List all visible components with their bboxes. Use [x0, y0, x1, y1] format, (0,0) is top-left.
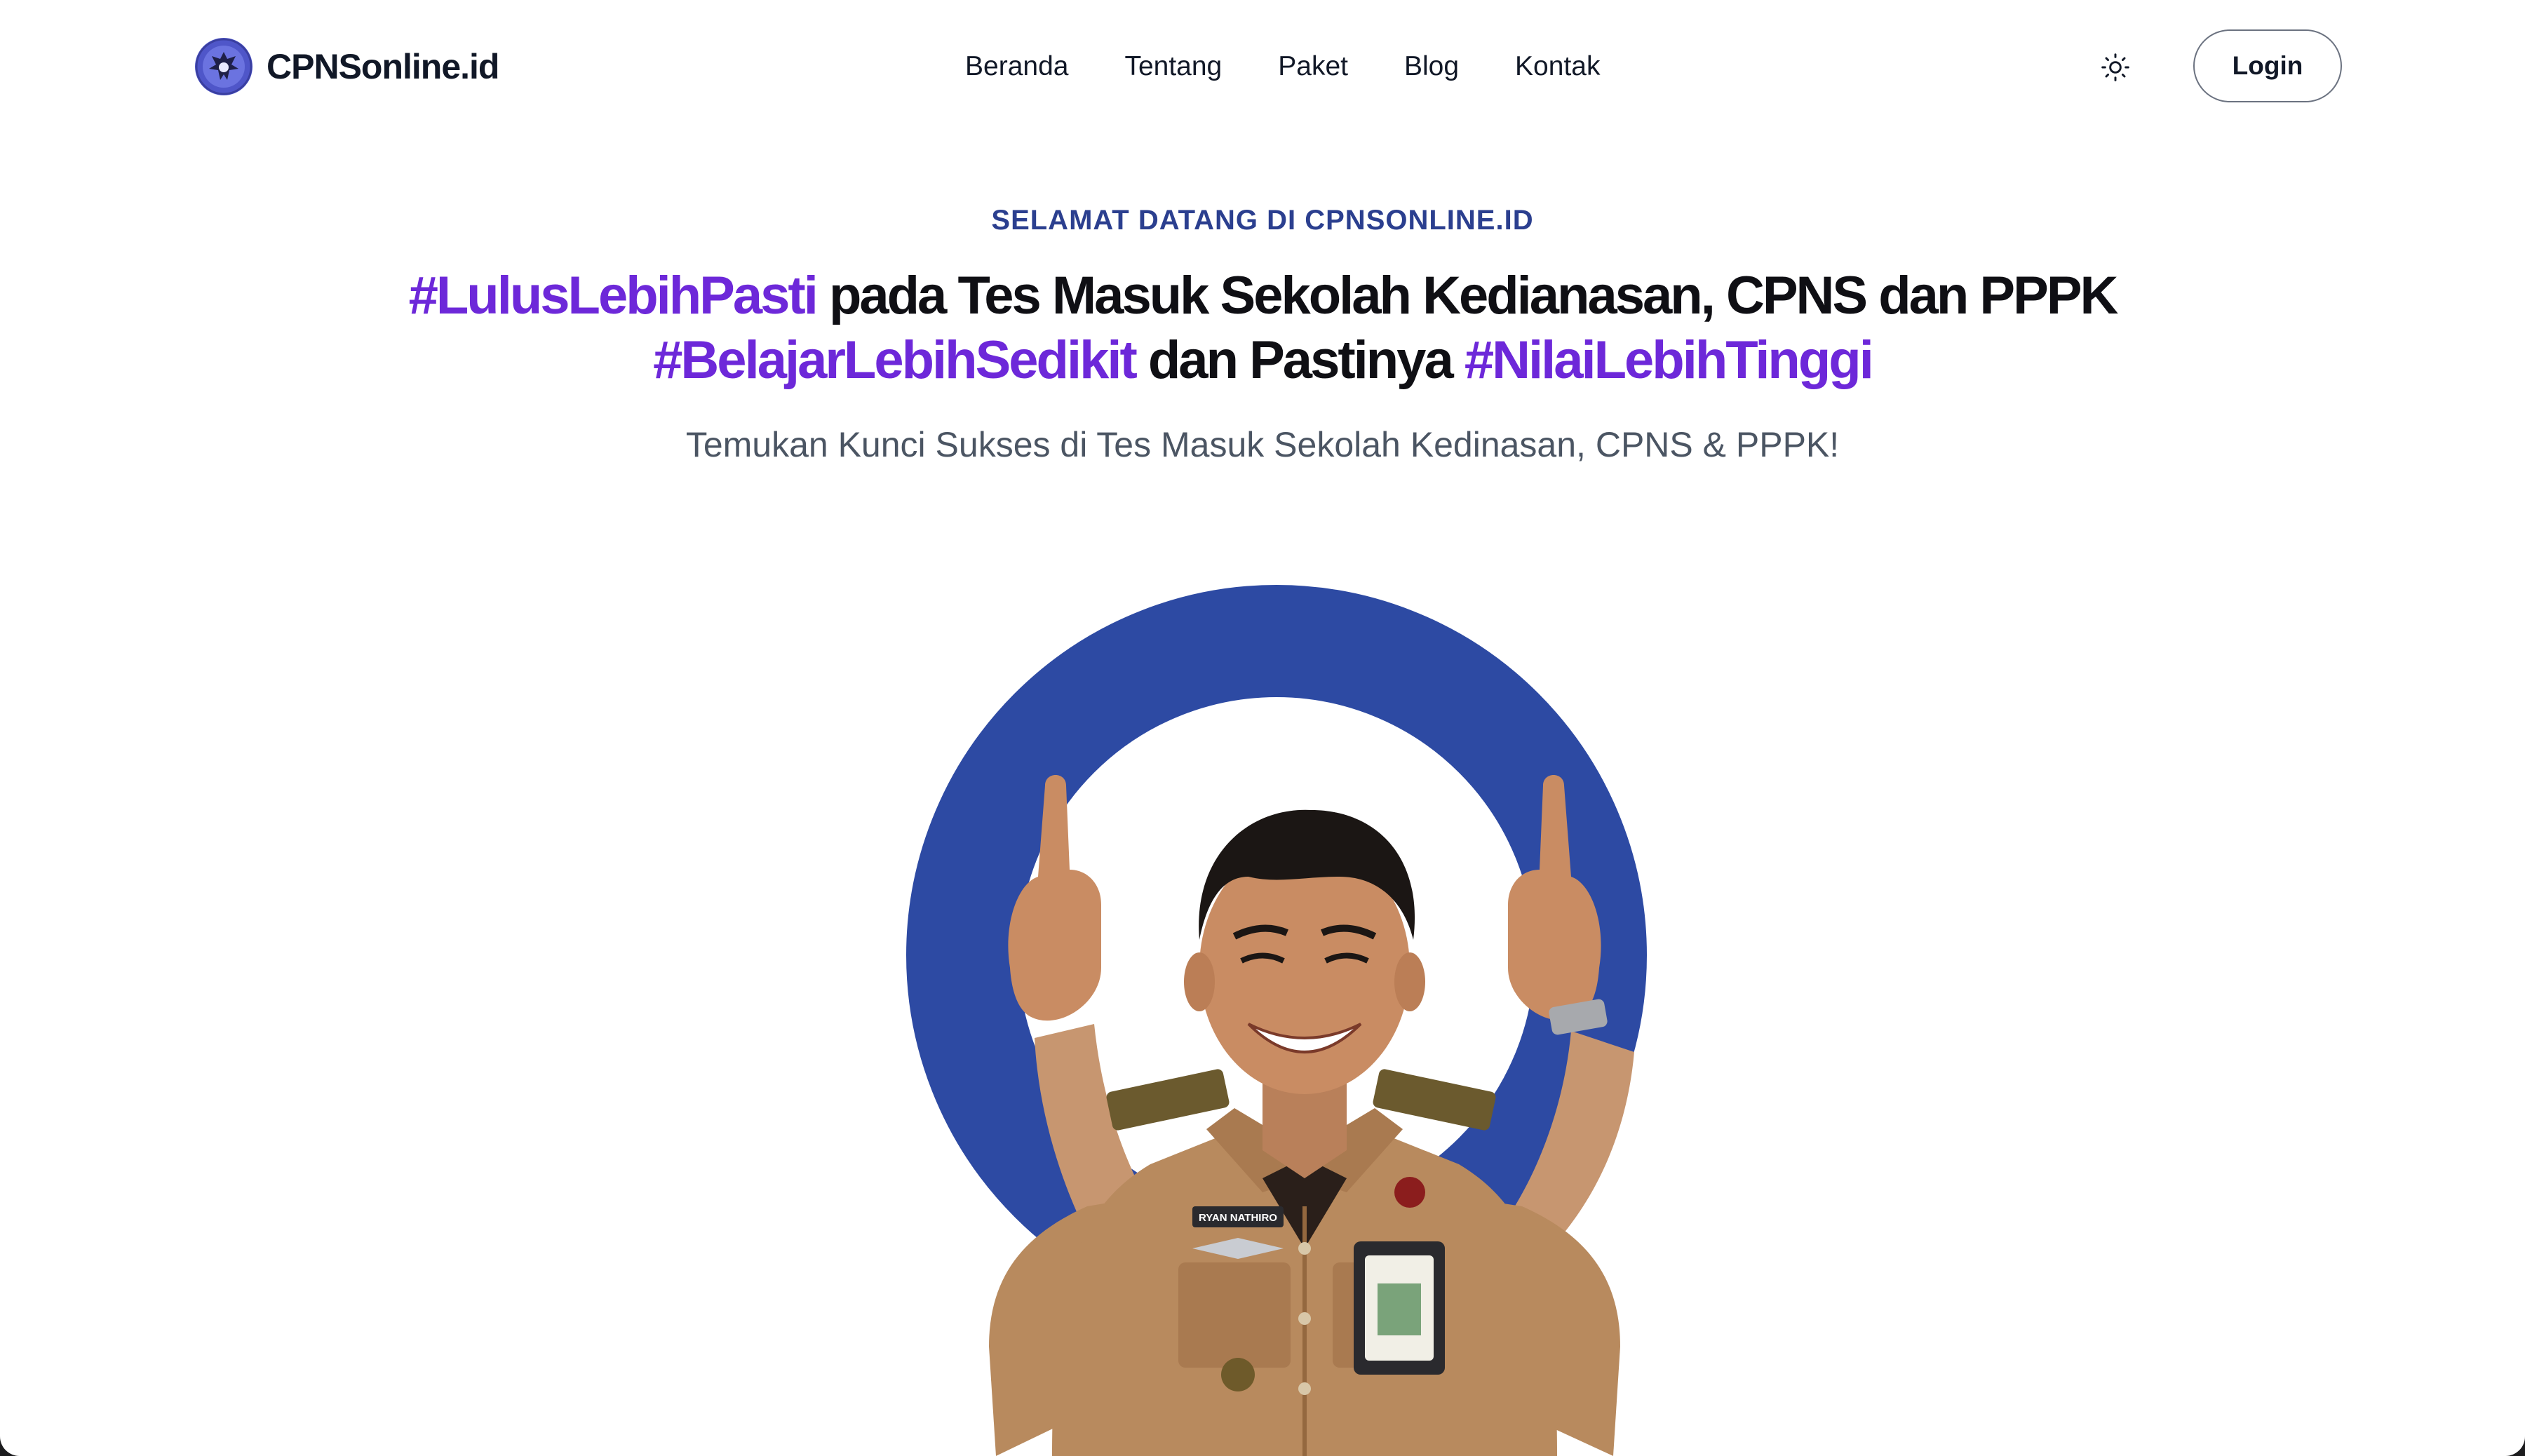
hero-eyebrow: SELAMAT DATANG DI CPNSONLINE.ID — [991, 205, 1534, 236]
nav-item-paket[interactable]: Paket — [1278, 51, 1348, 82]
headline-text-1: pada Tes Masuk Sekolah Kedianasan, CPNS … — [816, 266, 2118, 325]
nav-item-beranda[interactable]: Beranda — [965, 51, 1068, 82]
hashtag-nilai-lebih-tinggi: #NilaiLebihTinggi — [1464, 330, 1874, 390]
login-button[interactable]: Login — [2193, 29, 2342, 102]
hero-illustration: RYAN NATHIRO — [906, 585, 1647, 1456]
garuda-logo-icon — [195, 38, 252, 95]
officer-name-tag: RYAN NATHIRO — [1199, 1212, 1277, 1224]
hashtag-belajar-lebih-sedikit: #BelajarLebihSedikit — [653, 330, 1138, 390]
page: CPNSonline.id Beranda Tentang Paket Blog… — [0, 0, 2525, 1456]
brand-link[interactable]: CPNSonline.id — [195, 38, 499, 95]
hero-subtitle: Temukan Kunci Sukses di Tes Masuk Sekola… — [685, 425, 1840, 464]
nav-item-kontak[interactable]: Kontak — [1515, 51, 1600, 82]
hashtag-lulus-lebih-pasti: #LulusLebihPasti — [408, 266, 819, 325]
brand-name: CPNSonline.id — [267, 47, 499, 86]
nav-item-tentang[interactable]: Tentang — [1124, 51, 1222, 82]
main-nav: Beranda Tentang Paket Blog Kontak — [965, 42, 1600, 91]
headline-text-2: dan Pastinya — [1135, 330, 1464, 390]
theme-toggle-button[interactable] — [2096, 48, 2135, 87]
sun-icon — [2101, 53, 2129, 81]
nav-item-blog[interactable]: Blog — [1404, 51, 1459, 82]
hero-headline: #LulusLebihPasti pada Tes Masuk Sekolah … — [140, 264, 2385, 393]
